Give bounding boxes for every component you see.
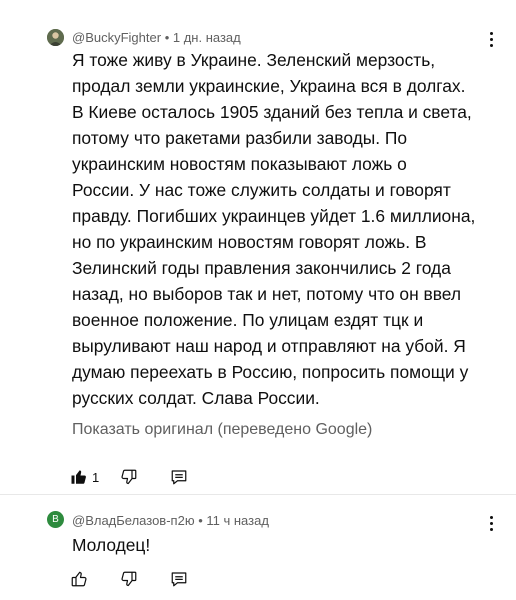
comment-time[interactable]: 1 дн. назад — [173, 30, 241, 45]
thumbs-down-icon — [121, 571, 137, 587]
comment-2: В @ВладБелазов-п2ю • 11 ч назад Молодец! — [0, 494, 516, 600]
avatar[interactable]: В — [47, 511, 64, 528]
comment-text-line: русских солдат. Слава России. — [72, 388, 320, 408]
thumbs-up-icon — [71, 571, 87, 587]
comment-text-line: В Киеве осталось 1905 зданий без тепла и… — [72, 102, 472, 122]
comment-text-line: выруливают наш народ и отправляют на убо… — [72, 336, 466, 356]
comment-text-line: правду. Погибших украинцев уйдет 1.6 мил… — [72, 206, 476, 226]
reply-comment-icon — [171, 572, 187, 587]
comment-text-line: назад, но выборов так и нет, потому что … — [72, 284, 462, 304]
comment-text-line: Зелинский годы правления закончились 2 г… — [72, 258, 451, 278]
like-count: 1 — [92, 469, 100, 485]
reply-button[interactable] — [170, 466, 188, 488]
like-button[interactable] — [70, 568, 88, 590]
reply-button[interactable] — [170, 568, 188, 590]
comment-author[interactable]: @ВладБелазов-п2ю — [72, 513, 195, 528]
comment-1: @BuckyFighter • 1 дн. назад Я тоже живу … — [0, 0, 516, 494]
comment-author[interactable]: @BuckyFighter — [72, 30, 161, 45]
dislike-button[interactable] — [120, 568, 138, 590]
meta-separator: • — [198, 513, 203, 528]
avatar-letter: В — [52, 514, 59, 525]
comment-meta: @BuckyFighter • 1 дн. назад — [72, 30, 241, 46]
comment-text-line: потому что ракетами разбили заводы. По — [72, 128, 408, 148]
comment-text-line: продал земли украинские, Украина вся в д… — [72, 76, 466, 96]
show-original-link[interactable]: Показать оригинал (переведено Google) — [72, 421, 372, 439]
comment-text-line: Я тоже живу в Украине. Зеленский мерзост… — [72, 50, 436, 70]
like-button[interactable]: 1 — [70, 466, 99, 488]
dislike-button[interactable] — [120, 466, 138, 488]
thumbs-up-filled-icon — [71, 470, 86, 484]
reply-comment-icon — [171, 470, 187, 485]
thumbs-down-icon — [121, 469, 137, 485]
comment-text: Я тоже живу в Украине. Зеленский мерзост… — [72, 47, 492, 411]
comment-text-line: России. У нас тоже служить солдаты и гов… — [72, 180, 451, 200]
avatar-image-icon — [47, 29, 64, 46]
comment-meta: @ВладБелазов-п2ю • 11 ч назад — [72, 513, 269, 529]
comment-time[interactable]: 11 ч назад — [206, 513, 269, 528]
avatar[interactable] — [47, 29, 64, 46]
comment-text-line: военное положение. По улицам ездят тцк и — [72, 310, 424, 330]
comment-text-line: но по украинским новостям говорят ложь. … — [72, 232, 427, 252]
comment-text-line: украинским новостям показывают ложь о — [72, 154, 407, 174]
meta-separator: • — [164, 30, 170, 45]
comment-text: Молодец! — [72, 535, 151, 555]
comment-text-line: думаю переехать в Россию, попросить помо… — [72, 362, 469, 382]
